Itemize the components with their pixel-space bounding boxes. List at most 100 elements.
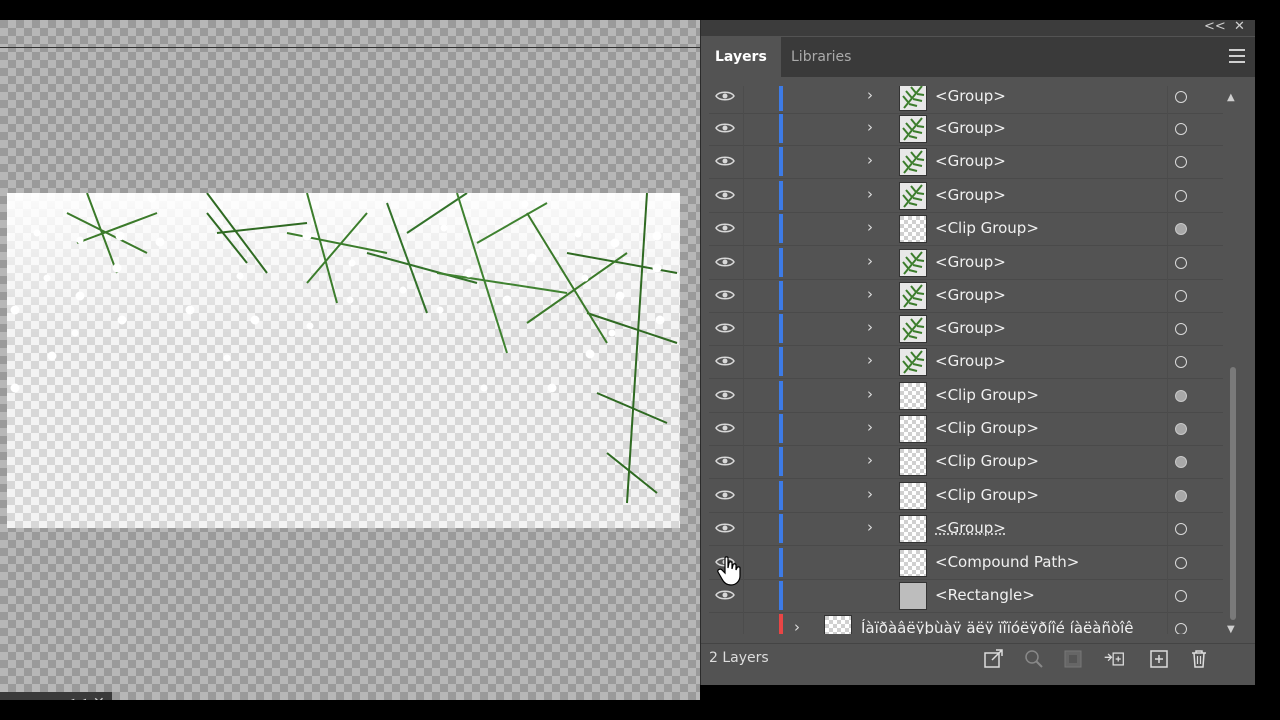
- layer-name[interactable]: <Group>: [935, 319, 1006, 337]
- layer-row[interactable]: › <Group>: [709, 345, 1223, 379]
- visibility-eye-icon[interactable]: [715, 454, 735, 468]
- layer-name[interactable]: <Group>: [935, 152, 1006, 170]
- target-circle-icon[interactable]: [1175, 623, 1187, 634]
- layer-row[interactable]: › <Group>: [709, 86, 1223, 114]
- lock-column[interactable]: [743, 145, 744, 178]
- layer-row[interactable]: › <Clip Group>: [709, 379, 1223, 413]
- scroll-up-icon[interactable]: ▲: [1227, 92, 1235, 103]
- layer-name[interactable]: <Rectangle>: [935, 586, 1035, 604]
- visibility-eye-icon[interactable]: [715, 321, 735, 335]
- visibility-eye-icon[interactable]: [715, 121, 735, 135]
- layer-row[interactable]: › <Group>: [709, 145, 1223, 179]
- scroll-down-icon[interactable]: ▼: [1227, 624, 1235, 635]
- layer-name[interactable]: <Clip Group>: [935, 486, 1039, 504]
- target-circle-icon[interactable]: [1175, 257, 1187, 269]
- lock-column[interactable]: [743, 246, 744, 279]
- collapse-panel-button[interactable]: <<: [1204, 19, 1226, 34]
- target-circle-icon[interactable]: [1175, 156, 1187, 168]
- collect-for-export-icon[interactable]: [983, 649, 1005, 669]
- layer-name[interactable]: <Clip Group>: [935, 219, 1039, 237]
- target-circle-icon[interactable]: [1175, 190, 1187, 202]
- layer-row[interactable]: › <Group>: [709, 312, 1223, 346]
- lock-column[interactable]: [743, 86, 744, 113]
- visibility-eye-icon[interactable]: [715, 488, 735, 502]
- expand-chevron-icon[interactable]: ›: [867, 318, 873, 336]
- layer-name[interactable]: <Group>: [935, 253, 1006, 271]
- layer-name[interactable]: <Clip Group>: [935, 452, 1039, 470]
- target-circle-icon[interactable]: [1175, 590, 1187, 602]
- locate-object-icon[interactable]: [1023, 649, 1045, 669]
- tab-libraries[interactable]: Libraries: [777, 37, 865, 77]
- lock-column[interactable]: [743, 579, 744, 612]
- expand-chevron-icon[interactable]: ›: [867, 418, 873, 436]
- delete-icon[interactable]: [1188, 649, 1210, 669]
- expand-chevron-icon[interactable]: ›: [867, 451, 873, 469]
- hamburger-menu-icon[interactable]: [1229, 49, 1245, 67]
- layer-row[interactable]: › <Group>: [709, 512, 1223, 546]
- make-clipping-mask-icon[interactable]: [1063, 649, 1085, 669]
- visibility-eye-icon[interactable]: [715, 354, 735, 368]
- target-circle-icon[interactable]: [1175, 123, 1187, 135]
- target-circle-icon[interactable]: [1175, 356, 1187, 368]
- visibility-eye-icon[interactable]: [715, 521, 735, 535]
- create-new-layer-icon[interactable]: [1148, 649, 1170, 669]
- layer-row[interactable]: › <Clip Group>: [709, 445, 1223, 479]
- layer-row[interactable]: › <Clip Group>: [709, 412, 1223, 446]
- lock-column[interactable]: [743, 212, 744, 245]
- layer-row[interactable]: › Íàïðàâëÿþùàÿ äëÿ ïîïóëÿðíîé íàëàñòîê: [709, 612, 1223, 634]
- tab-layers[interactable]: Layers: [701, 37, 781, 77]
- layer-name[interactable]: <Compound Path>: [935, 553, 1079, 571]
- lock-column[interactable]: [743, 345, 744, 378]
- layer-name[interactable]: <Group>: [935, 519, 1006, 537]
- layer-name[interactable]: <Clip Group>: [935, 386, 1039, 404]
- layer-name[interactable]: <Group>: [935, 352, 1006, 370]
- visibility-eye-icon[interactable]: [715, 288, 735, 302]
- lock-column[interactable]: [743, 546, 744, 579]
- expand-chevron-icon[interactable]: ›: [867, 218, 873, 236]
- layer-row[interactable]: › <Clip Group>: [709, 212, 1223, 246]
- lock-column[interactable]: [743, 612, 744, 634]
- expand-chevron-icon[interactable]: ›: [867, 185, 873, 203]
- scroll-thumb[interactable]: [1230, 367, 1236, 620]
- expand-chevron-icon[interactable]: ›: [867, 518, 873, 536]
- layer-name[interactable]: <Group>: [935, 186, 1006, 204]
- expand-chevron-icon[interactable]: ›: [867, 151, 873, 169]
- layer-row[interactable]: › <Clip Group>: [709, 479, 1223, 513]
- lock-column[interactable]: [743, 179, 744, 212]
- target-circle-icon[interactable]: [1175, 91, 1187, 103]
- layer-row[interactable]: › <Group>: [709, 246, 1223, 280]
- expand-chevron-icon[interactable]: ›: [867, 385, 873, 403]
- lock-column[interactable]: [743, 379, 744, 412]
- create-sublayer-icon[interactable]: [1103, 649, 1125, 669]
- lock-column[interactable]: [743, 479, 744, 512]
- expand-chevron-icon[interactable]: ›: [867, 86, 873, 104]
- lock-column[interactable]: [743, 279, 744, 312]
- target-circle-icon[interactable]: [1175, 323, 1187, 335]
- layer-row[interactable]: <Rectangle>: [709, 579, 1223, 613]
- layer-row[interactable]: › <Group>: [709, 112, 1223, 146]
- expand-chevron-icon[interactable]: ›: [867, 118, 873, 136]
- layer-name[interactable]: <Clip Group>: [935, 419, 1039, 437]
- layer-name[interactable]: Íàïðàâëÿþùàÿ äëÿ ïîïóëÿðíîé íàëàñòîê: [861, 619, 1134, 634]
- visibility-eye-icon[interactable]: [715, 388, 735, 402]
- close-panel-button[interactable]: ✕: [1234, 19, 1245, 34]
- layer-row[interactable]: › <Group>: [709, 179, 1223, 213]
- target-circle-icon[interactable]: [1175, 490, 1187, 502]
- visibility-eye-icon[interactable]: [715, 588, 735, 602]
- visibility-eye-icon[interactable]: [715, 154, 735, 168]
- target-circle-icon[interactable]: [1175, 390, 1187, 402]
- lock-column[interactable]: [743, 412, 744, 445]
- target-circle-icon[interactable]: [1175, 456, 1187, 468]
- target-circle-icon[interactable]: [1175, 557, 1187, 569]
- visibility-eye-icon[interactable]: [715, 255, 735, 269]
- document-canvas[interactable]: << ✕: [0, 20, 700, 716]
- lock-column[interactable]: [743, 112, 744, 145]
- lock-column[interactable]: [743, 312, 744, 345]
- visibility-eye-icon[interactable]: [715, 421, 735, 435]
- expand-chevron-icon[interactable]: ›: [867, 351, 873, 369]
- layer-row[interactable]: <Compound Path>: [709, 546, 1223, 580]
- visibility-eye-icon[interactable]: [715, 188, 735, 202]
- visibility-eye-icon[interactable]: [715, 221, 735, 235]
- target-circle-icon[interactable]: [1175, 223, 1187, 235]
- layer-name[interactable]: <Group>: [935, 87, 1006, 105]
